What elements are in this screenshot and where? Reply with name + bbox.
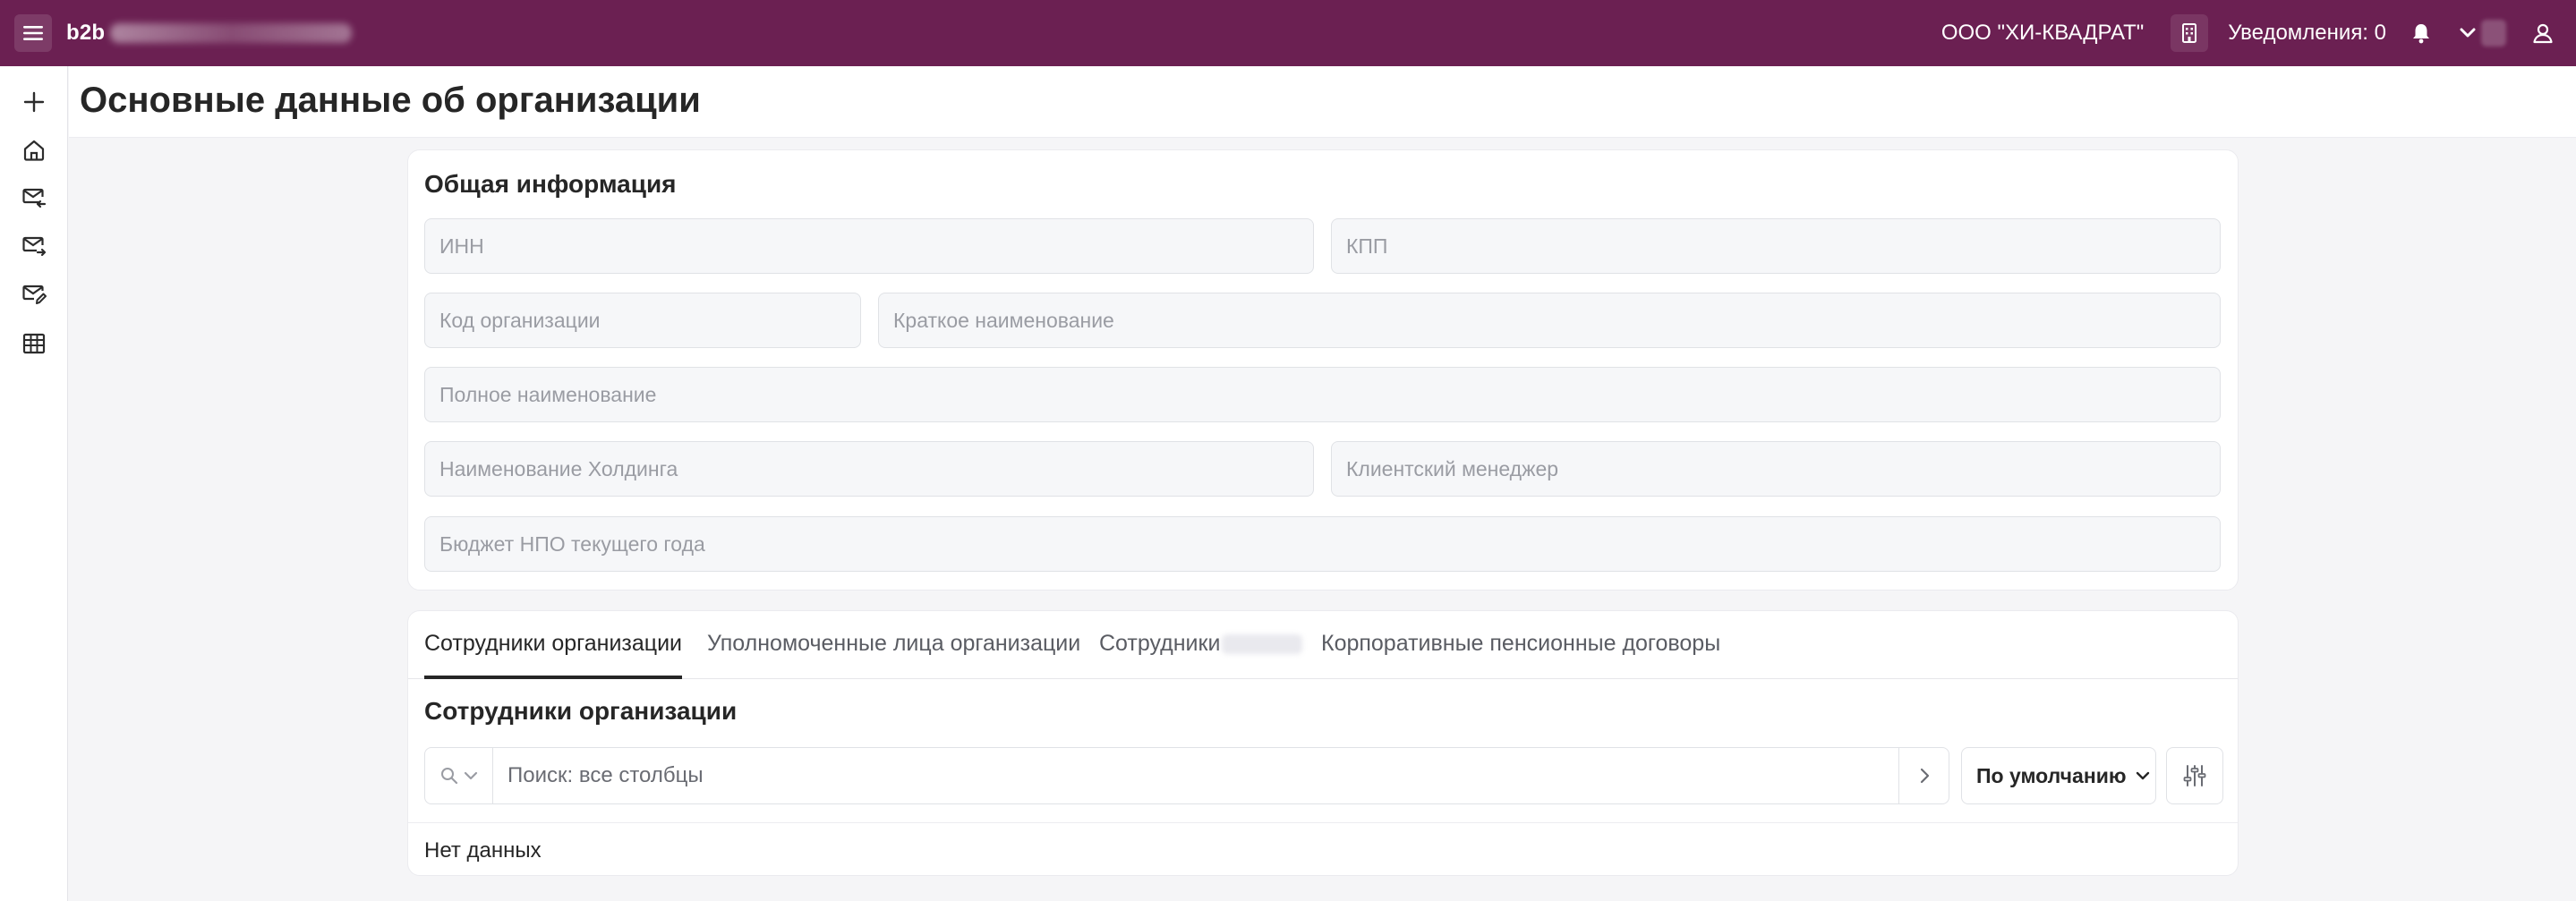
client-manager-field[interactable]: Клиентский менеджер: [1331, 441, 2221, 497]
notifications-label[interactable]: Уведомления: 0: [2228, 21, 2386, 46]
full-name-placeholder: Полное наименование: [439, 382, 657, 406]
tab-authorized-persons[interactable]: Уполномоченные лица организации: [707, 631, 1080, 679]
general-info-card: Общая информация ИНН КПП Код организации…: [407, 149, 2239, 591]
short-name-placeholder: Краткое наименование: [893, 308, 1114, 332]
mail-incoming-icon: [22, 188, 47, 208]
inn-field[interactable]: ИНН: [424, 218, 1314, 274]
profile-button[interactable]: [2524, 14, 2562, 52]
rail-compose-button[interactable]: [18, 279, 50, 311]
user-icon: [2533, 23, 2553, 44]
organization-button[interactable]: [2171, 14, 2209, 52]
kpp-field[interactable]: КПП: [1331, 218, 2221, 274]
tab-staff[interactable]: Сотрудники: [1099, 631, 1303, 679]
sliders-icon: [2183, 765, 2206, 786]
column-settings-button[interactable]: [2166, 747, 2223, 804]
brand-logo[interactable]: b2b: [66, 21, 353, 46]
home-icon: [23, 140, 45, 161]
page-title: Основные данные об организации: [80, 81, 701, 120]
sort-dropdown[interactable]: По умолчанию: [1961, 747, 2156, 804]
mail-outgoing-icon: [22, 236, 47, 257]
tab-staff-label: Сотрудники: [1099, 631, 1221, 656]
tab-pension-contracts[interactable]: Корпоративные пенсионные договоры: [1321, 631, 1720, 679]
organization-name[interactable]: ООО "ХИ-КВАДРАТ": [1941, 21, 2144, 46]
page-header: Основные данные об организации: [69, 66, 2576, 138]
org-code-placeholder: Код организации: [439, 308, 601, 332]
general-info-title: Общая информация: [424, 170, 677, 198]
notifications-button[interactable]: [2402, 14, 2440, 52]
brand-text: b2b: [66, 21, 106, 45]
chevron-down-icon: [2136, 771, 2149, 780]
search-input[interactable]: [493, 748, 1898, 803]
client-manager-placeholder: Клиентский менеджер: [1346, 456, 1559, 480]
tabs-card: Сотрудники организации Уполномоченные ли…: [407, 610, 2239, 876]
search-icon: [440, 768, 457, 785]
table-icon: [22, 333, 46, 354]
chevron-right-icon: [1920, 768, 1929, 784]
holding-name-placeholder: Наименование Холдинга: [439, 456, 678, 480]
building-icon: [2182, 23, 2197, 43]
user-name-redacted: [2481, 20, 2506, 47]
user-menu-toggle[interactable]: [2460, 20, 2506, 47]
rail-create-button[interactable]: [18, 86, 50, 118]
rail-table-button[interactable]: [18, 327, 50, 360]
sort-label: По умолчанию: [1976, 763, 2127, 787]
tab-bar: Сотрудники организации Уполномоченные ли…: [408, 611, 2238, 679]
tab-staff-redacted: [1222, 634, 1303, 655]
empty-state-text: Нет данных: [424, 838, 542, 863]
npo-budget-placeholder: Бюджет НПО текущего года: [439, 531, 705, 556]
tab-employees[interactable]: Сотрудники организации: [424, 631, 683, 679]
hamburger-icon: [23, 26, 43, 40]
brand-redacted: [110, 23, 353, 43]
search-submit-button[interactable]: [1898, 748, 1949, 803]
full-name-field[interactable]: Полное наименование: [424, 367, 2221, 422]
search-bar: [424, 747, 1949, 804]
rail-incoming-button[interactable]: [18, 183, 50, 215]
search-mode-button[interactable]: [425, 748, 493, 803]
kpp-placeholder: КПП: [1346, 234, 1388, 258]
top-bar: b2b ООО "ХИ-КВАДРАТ" Уведомления: 0: [0, 0, 2576, 66]
mail-edit-icon: [22, 285, 47, 304]
short-name-field[interactable]: Краткое наименование: [878, 293, 2221, 348]
left-rail: [0, 66, 68, 901]
chevron-down-icon: [2460, 28, 2476, 38]
menu-button[interactable]: [14, 14, 52, 52]
inn-placeholder: ИНН: [439, 234, 484, 258]
rail-home-button[interactable]: [18, 134, 50, 166]
table-divider: [408, 822, 2238, 823]
bell-icon: [2413, 24, 2429, 44]
org-code-field[interactable]: Код организации: [424, 293, 861, 348]
employees-section-title: Сотрудники организации: [424, 697, 738, 725]
holding-name-field[interactable]: Наименование Холдинга: [424, 441, 1314, 497]
chevron-down-icon: [464, 771, 477, 780]
plus-icon: [23, 91, 45, 113]
npo-budget-field[interactable]: Бюджет НПО текущего года: [424, 516, 2221, 572]
rail-outgoing-button[interactable]: [18, 231, 50, 263]
